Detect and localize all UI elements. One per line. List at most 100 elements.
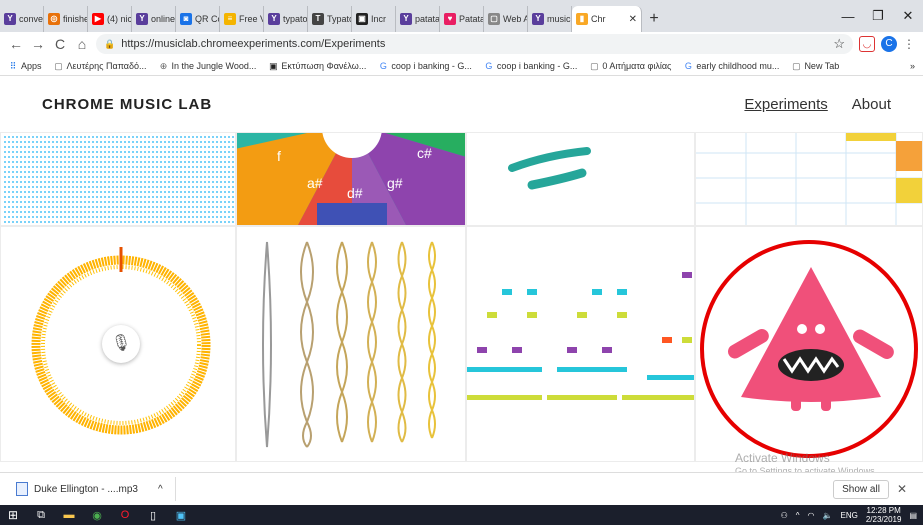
note-g-sharp: g# — [387, 175, 403, 191]
tab-title: Incr — [371, 14, 387, 24]
browser-tab[interactable]: ♥Patatap — [440, 6, 484, 32]
bookmark-item[interactable]: Gearly childhood mu... — [683, 61, 780, 71]
browser-tab[interactable]: ▮ Chr ✕ — [572, 6, 642, 32]
tab-title: patata — [415, 14, 440, 24]
tab-favicon-icon: ◙ — [180, 13, 192, 25]
watermark-title: Activate Windows — [735, 451, 830, 465]
forward-button[interactable]: → — [30, 36, 46, 52]
photos-taskbar-icon[interactable]: ▣ — [174, 508, 188, 522]
close-window-button[interactable]: ✕ — [893, 8, 923, 24]
windows-start-icon[interactable]: ⊞ — [6, 508, 20, 522]
volume-icon[interactable]: 🔈 — [823, 511, 833, 520]
maximize-button[interactable]: ❐ — [863, 8, 893, 24]
document-taskbar-icon[interactable]: ▯ — [146, 508, 160, 522]
bookmark-star-icon[interactable]: ☆ — [833, 36, 845, 52]
bookmark-item[interactable]: ▣ Εκτύπωση Φανέλω... — [268, 61, 366, 71]
download-chevron-icon[interactable]: ^ — [158, 484, 163, 495]
experiment-melody-maker-tile[interactable] — [466, 226, 695, 462]
back-button[interactable]: ← — [8, 36, 24, 52]
browser-tab[interactable]: Ymusicla — [528, 6, 572, 32]
pocket-extension-icon[interactable]: ◡ — [859, 36, 875, 52]
arpeggios-wheel-art: f a# d# g# c# — [237, 133, 465, 225]
experiment-strings-tile[interactable] — [236, 226, 466, 462]
tab-title: Patatap — [459, 14, 483, 24]
home-button[interactable]: ⌂ — [74, 36, 90, 52]
experiment-voice-spinner-tile[interactable]: 🎙 — [0, 226, 236, 462]
browser-tab[interactable]: Ypatata — [396, 6, 440, 32]
bookmark-item[interactable]: ▢ 0 Αιτήματα φιλίας — [589, 61, 671, 71]
chrome-taskbar-icon[interactable]: ◉ — [90, 508, 104, 522]
browser-tab[interactable]: T Typato — [308, 6, 352, 32]
close-download-bar-button[interactable]: ✕ — [897, 482, 907, 496]
tab-favicon-icon: Y — [532, 13, 544, 25]
browser-tab[interactable]: ≡ Free V — [220, 6, 264, 32]
minimize-button[interactable]: — — [833, 9, 863, 24]
address-bar[interactable]: 🔒 https://musiclab.chromeexperiments.com… — [96, 34, 853, 54]
tray-chevron-icon[interactable]: ^ — [796, 511, 800, 520]
tab-title: finishe — [63, 14, 88, 24]
browser-tab[interactable]: ◎ finishe — [44, 6, 88, 32]
menu-kebab-icon[interactable]: ⋮ — [903, 37, 915, 51]
clock-time: 12:28 PM — [866, 506, 901, 515]
tab-title: Chr — [591, 14, 606, 24]
download-item[interactable]: Duke Ellington - ....mp3 ^ — [16, 477, 176, 501]
reload-button[interactable]: C — [52, 36, 68, 52]
bookmark-label: coop i banking - G... — [391, 60, 472, 71]
browser-tab[interactable]: Yonline — [132, 6, 176, 32]
browser-tab[interactable]: ▣ Incr — [352, 6, 396, 32]
browser-tab[interactable]: ◙ QR Co — [176, 6, 220, 32]
tab-favicon-icon: Y — [4, 13, 16, 25]
tab-list: Yconvert◎finishe▶(4) nicoYonline◙QR Co≡F… — [0, 6, 642, 32]
note-a-sharp: a# — [307, 175, 323, 191]
browser-tab[interactable]: ▢ Web A — [484, 6, 528, 32]
bookmark-item[interactable]: ⊕ In the Jungle Wood... — [159, 61, 257, 71]
file-explorer-icon[interactable]: ▬ — [62, 508, 76, 522]
url-text: https://musiclab.chromeexperiments.com/E… — [121, 38, 386, 50]
browser-tab[interactable]: ▶(4) nico — [88, 6, 132, 32]
google-icon: G — [485, 60, 493, 71]
tab-title: Free V — [239, 14, 264, 24]
experiment-rhythm-tile[interactable] — [0, 132, 236, 226]
experiment-arpeggios-tile[interactable]: f a# d# g# c# — [236, 132, 466, 226]
nav-experiments-link[interactable]: Experiments — [744, 96, 827, 113]
opera-taskbar-icon[interactable]: O — [118, 508, 132, 522]
language-indicator[interactable]: ENG — [841, 511, 858, 520]
bookmark-item[interactable]: ⠿ Apps — [8, 61, 42, 71]
network-icon[interactable]: ◠ — [808, 511, 815, 520]
tab-close-icon[interactable]: ✕ — [629, 14, 637, 25]
tab-title: online — [151, 14, 176, 24]
task-view-icon[interactable]: ⧉ — [34, 508, 48, 522]
bookmark-label: Λευτέρης Παπαδό... — [66, 60, 147, 71]
note-c-sharp: c# — [417, 145, 432, 161]
audio-file-icon — [16, 482, 28, 496]
nav-about-link[interactable]: About — [852, 96, 891, 113]
profile-avatar[interactable]: C — [881, 36, 897, 52]
pink-monster-icon — [728, 267, 894, 411]
show-all-button[interactable]: Show all — [833, 479, 889, 499]
experiment-kandinsky-tile[interactable] — [466, 132, 695, 226]
system-tray: ⚇ ^ ◠ 🔈 ENG 12:28 PM 2/23/2019 ▤ — [781, 506, 917, 524]
tab-favicon-icon: T — [312, 13, 324, 25]
experiment-song-maker-tile[interactable] — [695, 132, 923, 226]
people-icon[interactable]: ⚇ — [781, 511, 788, 520]
site-brand[interactable]: CHROME MUSIC LAB — [42, 96, 212, 113]
experiment-shared-piano-tile[interactable] — [695, 226, 923, 462]
notifications-icon[interactable]: ▤ — [909, 511, 917, 520]
microphone-icon[interactable]: 🎙 — [102, 325, 140, 363]
clock[interactable]: 12:28 PM 2/23/2019 — [866, 506, 902, 524]
note-f: f — [277, 148, 281, 164]
browser-tab[interactable]: Ytypato — [264, 6, 308, 32]
bookmark-label: New Tab — [804, 60, 840, 71]
bookmark-item[interactable]: Gcoop i banking - G... — [378, 61, 472, 71]
page-icon: ▢ — [590, 60, 599, 71]
bookmark-item[interactable]: ▢ Λευτέρης Παπαδό... — [54, 60, 147, 71]
browser-tab[interactable]: Yconvert — [0, 6, 44, 32]
note-d-sharp: d# — [347, 185, 363, 201]
tab-title: convert — [19, 14, 44, 24]
bookmarks-overflow-icon[interactable]: » — [910, 61, 915, 71]
tab-favicon-icon: ≡ — [224, 13, 236, 25]
bookmark-item[interactable]: ▢ New Tab — [791, 61, 839, 71]
bookmark-label: Apps — [21, 60, 42, 71]
bookmark-item[interactable]: Gcoop i banking - G... — [484, 60, 577, 71]
new-tab-button[interactable]: + — [642, 6, 666, 32]
